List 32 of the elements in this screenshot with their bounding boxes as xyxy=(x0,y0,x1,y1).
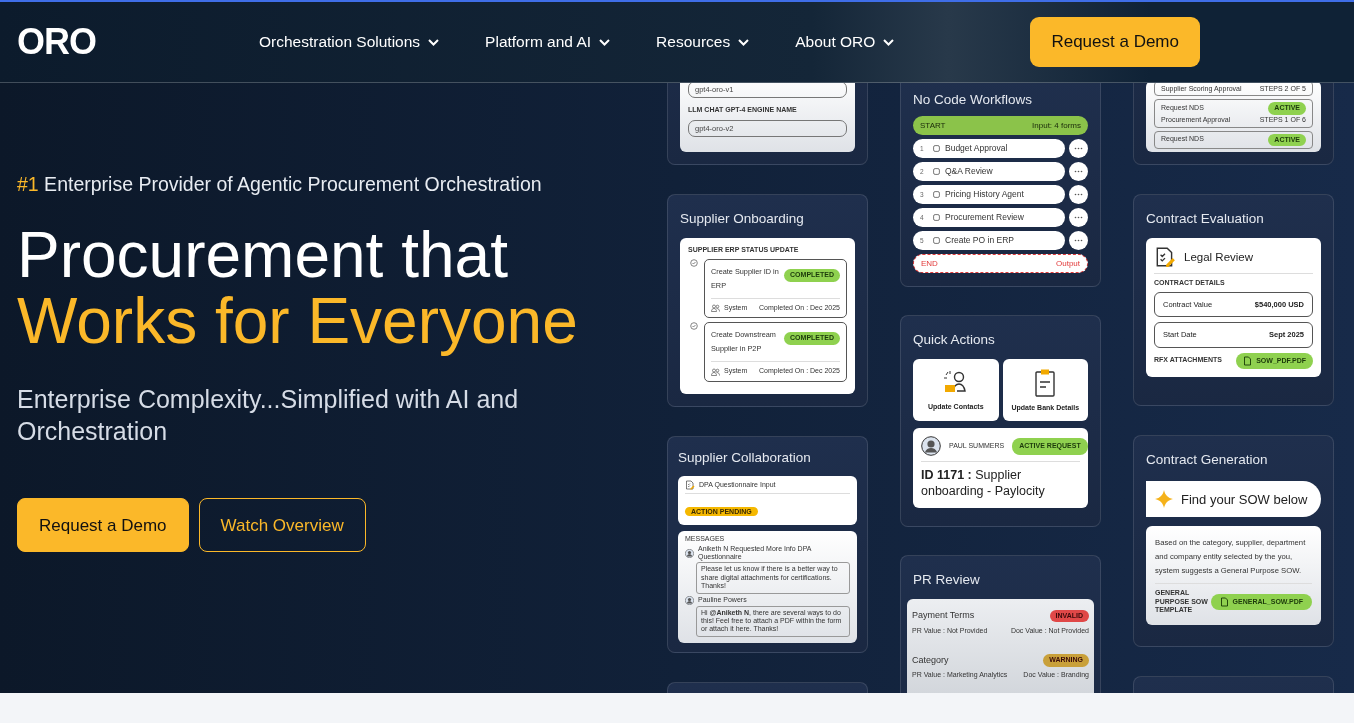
nav-link[interactable]: Resources xyxy=(656,30,750,54)
step-label: Pricing History Agent xyxy=(945,188,1024,202)
check-name: Payment Terms xyxy=(912,609,975,623)
headline: Procurement that xyxy=(17,222,509,289)
start-label: START xyxy=(920,119,946,132)
step-label: Procurement Review xyxy=(945,211,1024,225)
step-label: Budget Approval xyxy=(945,142,1008,156)
end-label: END xyxy=(921,257,938,270)
end-note: Output xyxy=(1056,257,1080,270)
request-demo-button[interactable]: Request a Demo xyxy=(17,498,189,553)
card-title: PR Review xyxy=(913,571,981,589)
step-label: Q&A Review xyxy=(945,165,993,179)
check-name: Category xyxy=(912,653,949,667)
card-title: Quick Actions xyxy=(913,331,996,349)
request-title: ID 1171 : Supplier onboarding - Paylocity xyxy=(921,468,1046,500)
tagline: #1 Enterprise Provider of Agentic Procurement Orchestration xyxy=(17,172,543,197)
request-demo-button[interactable]: Request a Demo xyxy=(1030,17,1200,67)
document-title: Legal Review xyxy=(1184,249,1254,265)
step-label: Create PO in ERP xyxy=(945,234,1014,248)
card-title: Supplier Collaboration xyxy=(678,448,812,467)
start-note: Input: 4 forms xyxy=(1032,119,1081,132)
card-title: Contract Generation xyxy=(1146,451,1269,469)
nav-link[interactable]: Orchestration Solutions xyxy=(259,30,440,54)
nav-link[interactable]: Platform and AI xyxy=(485,30,611,54)
card-title: Supplier Onboarding xyxy=(680,210,805,228)
card-title: Contract Evaluation xyxy=(1146,210,1265,228)
nav-link[interactable]: About ORO xyxy=(795,30,895,54)
subtitle: Enterprise Complexity...Simplified with AI and Orchestration xyxy=(17,384,520,448)
card-title: No Code Workflows xyxy=(913,91,1034,109)
watch-overview-button[interactable]: Watch Overview xyxy=(198,498,366,553)
headline: Works for Everyone xyxy=(17,288,579,355)
prompt-bar: Find your SOW below xyxy=(1146,481,1321,518)
